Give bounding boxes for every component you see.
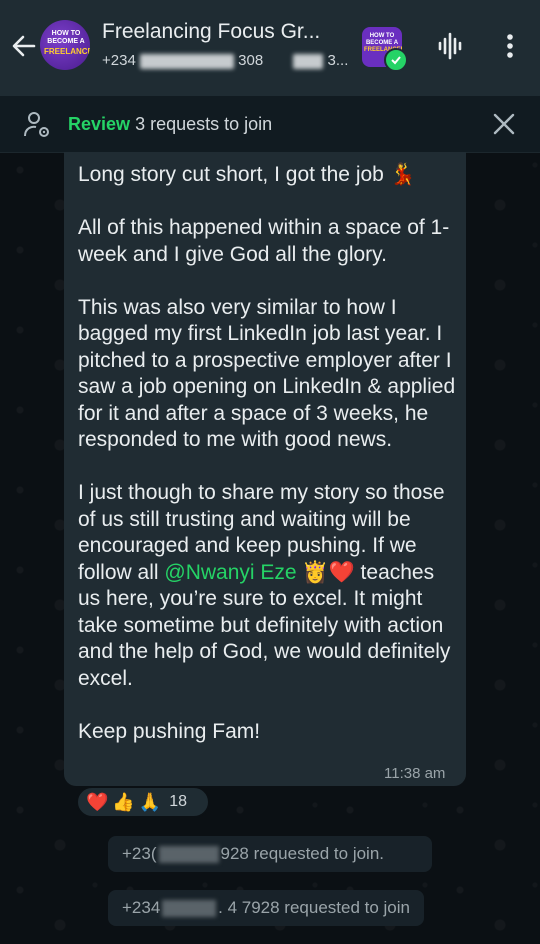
avatar-text-bottom: FREELANCER [44,47,90,56]
system-message: +23( 928 requested to join. [108,836,432,872]
person-settings-icon [22,110,54,140]
avatar-text-top: HOW TO BECOME A [47,30,85,45]
message-paragraph: This was also very similar to how I bagg… [78,295,456,452]
mini-avatar-text-top: HOW TO BECOME A [365,33,399,46]
thumbs-up-reaction: 👍 [112,791,135,812]
more-vert-icon[interactable] [496,30,524,62]
system-prefix: +234 [122,898,161,917]
message-paragraph: I just though to share my story so those… [78,480,462,692]
reaction-count: 18 [169,793,188,810]
system-prefix: +23( [122,844,157,863]
message-timestamp: 11:38 am [384,765,446,782]
system-suffix: . 4 7928 requested to join [218,898,410,917]
pray-reaction: 🙏 [138,791,162,812]
review-text: Review 3 requests to join [68,114,272,135]
waveform-icon[interactable] [434,30,466,62]
check-icon [384,48,408,72]
emoji-text: 👸❤️ [296,560,355,584]
redacted-number [293,53,324,69]
redacted-number [139,53,234,69]
chat-header: HOW TO BECOME A FREELANCER Freelancing F… [0,0,540,96]
chat-title[interactable]: Freelancing Focus Gr... [102,20,320,44]
message-text: Long story cut short, I got the job 💃 Al… [78,162,462,772]
system-message: +234 . 4 7928 requested to join [108,890,424,926]
message-paragraph: All of this happened within a space of 1… [78,216,450,266]
message-paragraph: Long story cut short, I got the job 💃 [78,163,416,186]
system-suffix: 928 requested to join. [220,844,385,863]
back-arrow-icon[interactable] [6,28,42,64]
chat-subtitle[interactable]: +234 308 3... [102,52,348,69]
subtitle-prefix: +234 [102,52,136,69]
review-link[interactable]: Review [68,114,130,134]
heart-reaction: ❤️ [86,791,109,812]
subtitle-mid: 308 [238,52,264,69]
mention-link[interactable]: @Nwanyi Eze [164,561,296,584]
reactions-pill[interactable]: ❤️ 👍 🙏 18 [76,786,210,818]
subtitle-end: 3... [327,52,349,69]
redacted-number [158,845,219,863]
close-icon[interactable] [490,110,518,138]
message-closing: Keep pushing Fam! [78,719,261,743]
redacted-number [162,899,217,917]
review-requests-label: 3 requests to join [135,114,273,134]
review-requests-bar[interactable]: Review 3 requests to join [0,96,540,153]
group-avatar[interactable]: HOW TO BECOME A FREELANCER [40,20,90,70]
